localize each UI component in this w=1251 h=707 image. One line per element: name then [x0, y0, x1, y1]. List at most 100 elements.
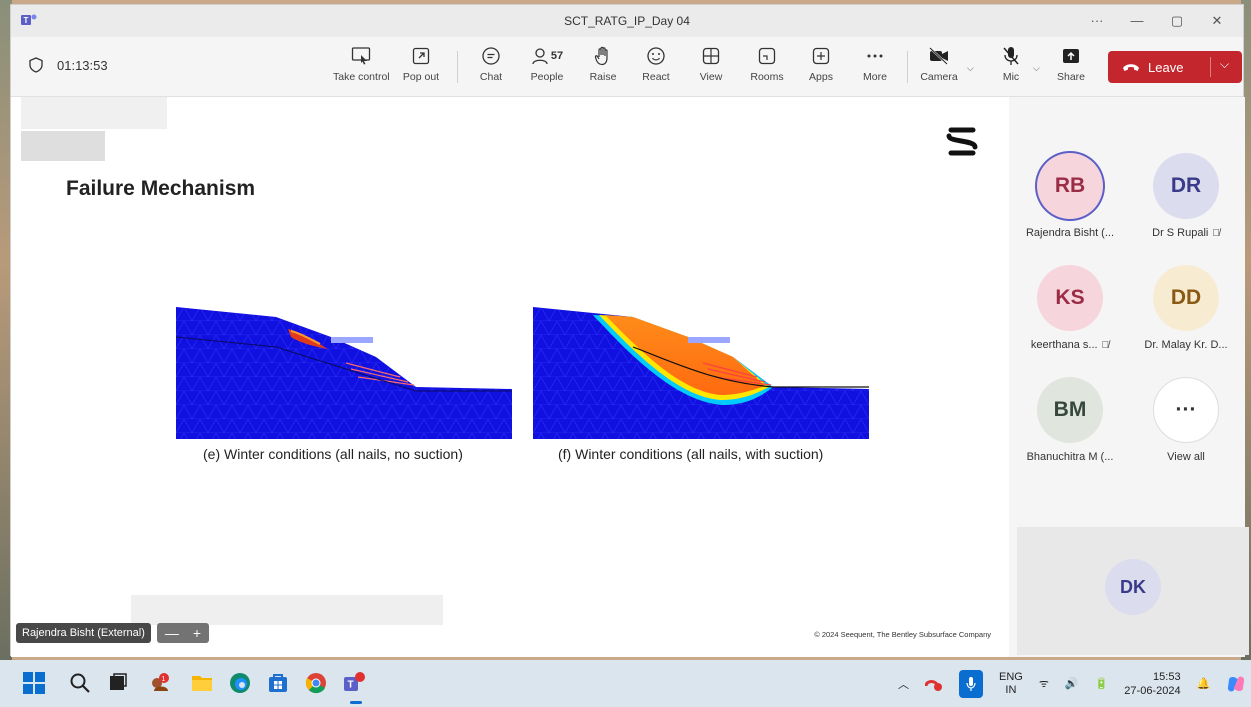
- clock-date: 27-06-2024: [1124, 684, 1181, 697]
- clock-time: 15:53: [1153, 670, 1181, 683]
- chat-button[interactable]: Chat: [473, 43, 509, 83]
- windows-taskbar: 1 T ︿ ENG IN ᯤ 🔊 🔋 15:53 27-06-2024 🔔: [0, 660, 1251, 707]
- participant-tile[interactable]: RB Rajendra Bisht (...: [1015, 153, 1125, 239]
- video-tile[interactable]: DK: [1017, 527, 1249, 655]
- meeting-toolbar: 01:13:53 Take control Pop out Chat 57 Pe…: [11, 37, 1243, 97]
- show-hidden-icons-chevron-icon[interactable]: ︿: [898, 676, 909, 692]
- more-options-button[interactable]: ···: [1077, 5, 1117, 37]
- task-view-icon[interactable]: [106, 671, 130, 695]
- caption-f: (f) Winter conditions (all nails, with s…: [558, 446, 824, 462]
- participant-name: Dr. Malay Kr. D...: [1144, 339, 1228, 351]
- avatar: KS: [1037, 265, 1103, 331]
- window-title: SCT_RATG_IP_Day 04: [564, 14, 690, 28]
- mic-muted-icon: 🎙̸: [1101, 339, 1110, 351]
- share-button[interactable]: Share: [1053, 43, 1089, 83]
- view-all-dots: ···: [1175, 398, 1197, 421]
- view-all-button[interactable]: ··· View all: [1131, 377, 1241, 463]
- zoom-in-button[interactable]: +: [193, 625, 201, 641]
- participant-tile[interactable]: BM Bhanuchitra M (...: [1015, 377, 1125, 463]
- volume-icon[interactable]: 🔊: [1065, 677, 1079, 690]
- avatar-initials: RB: [1054, 174, 1086, 197]
- mic-button[interactable]: Mic: [993, 43, 1029, 83]
- language-indicator[interactable]: ENG IN: [999, 671, 1023, 697]
- mic-muted-icon: 🎙̸: [1212, 227, 1220, 239]
- view-button[interactable]: View: [693, 43, 729, 83]
- svg-text:T: T: [348, 680, 354, 691]
- pop-out-icon: [412, 47, 430, 65]
- presenter-name: Rajendra Bisht (External): [16, 623, 151, 643]
- system-tray: ︿ ENG IN ᯤ 🔊 🔋 15:53 27-06-2024 🔔: [898, 660, 1246, 707]
- zoom-controls: — +: [156, 623, 210, 643]
- avatar: BM: [1037, 377, 1103, 443]
- teams-meeting-window: T SCT_RATG_IP_Day 04 ··· — ▢ ✕ 01:13:53 …: [10, 4, 1249, 657]
- avatar-initials: DR: [1170, 174, 1202, 197]
- edge-browser-icon[interactable]: [228, 671, 252, 695]
- leave-options-chevron-icon[interactable]: ⌵: [1220, 57, 1229, 72]
- raise-label: Raise: [589, 71, 617, 83]
- microphone-in-use-icon[interactable]: [959, 669, 983, 698]
- participant-tile[interactable]: DR Dr S Rupali 🎙̸: [1131, 153, 1241, 239]
- avatar-initials: BM: [1053, 398, 1087, 421]
- pop-out-button[interactable]: Pop out: [399, 43, 443, 83]
- take-control-label: Take control: [333, 71, 390, 83]
- widgets-weather-icon[interactable]: 1: [148, 671, 172, 695]
- ellipsis-icon: [867, 54, 883, 58]
- zoom-out-button[interactable]: —: [165, 625, 179, 641]
- take-control-button[interactable]: Take control: [333, 43, 390, 83]
- chat-icon: [482, 47, 500, 65]
- view-label: View: [699, 71, 723, 83]
- participant-tile[interactable]: DD Dr. Malay Kr. D...: [1131, 265, 1241, 351]
- hand-icon: [594, 46, 608, 66]
- react-label: React: [642, 71, 670, 83]
- camera-button[interactable]: Camera: [917, 43, 961, 83]
- meeting-timer: 01:13:53: [29, 57, 108, 73]
- toolbar-divider: [457, 51, 458, 83]
- windows-start-icon[interactable]: [22, 671, 46, 695]
- region-code: IN: [1005, 683, 1017, 696]
- participant-tile[interactable]: KS keerthana s... 🎙̸: [1015, 265, 1125, 351]
- avatar: RB: [1037, 153, 1103, 219]
- chrome-browser-icon[interactable]: [304, 671, 328, 695]
- take-control-icon: [351, 47, 371, 65]
- rooms-button[interactable]: Rooms: [747, 43, 787, 83]
- notification-bell-icon[interactable]: 🔔: [1197, 677, 1211, 690]
- mic-label: Mic: [1002, 71, 1020, 83]
- slide-copyright: © 2024 Seequent, The Bentley Subsurface …: [814, 630, 991, 639]
- battery-icon[interactable]: 🔋: [1095, 677, 1109, 690]
- participant-panel: RB Rajendra Bisht (... DR Dr S Rupali 🎙̸ …: [1009, 97, 1249, 657]
- shield-icon: [29, 57, 43, 73]
- people-button[interactable]: 57 People: [525, 43, 569, 83]
- maximize-button[interactable]: ▢: [1157, 5, 1197, 37]
- mic-options-chevron-icon[interactable]: ⌵: [1033, 63, 1040, 74]
- clock[interactable]: 15:53 27-06-2024: [1124, 670, 1180, 698]
- mic-off-icon: [1003, 47, 1019, 65]
- breakout-rooms-icon: [758, 47, 776, 65]
- blurred-region: [21, 131, 105, 161]
- more-button[interactable]: More: [857, 43, 893, 83]
- camera-options-chevron-icon[interactable]: ⌵: [967, 63, 974, 74]
- camera-off-icon: [929, 47, 948, 65]
- avatar: DD: [1153, 265, 1219, 331]
- participant-name: Bhanuchitra M (...: [1026, 451, 1114, 463]
- blurred-region: [131, 595, 443, 625]
- shared-content-stage: Failure Mechanism (e) Winter conditions …: [11, 97, 1009, 657]
- wifi-icon[interactable]: ᯤ: [1039, 676, 1049, 691]
- participant-name: Rajendra Bisht (...: [1025, 227, 1115, 239]
- apps-button[interactable]: Apps: [803, 43, 839, 83]
- ellipsis-icon: ···: [1153, 377, 1219, 443]
- microsoft-store-icon[interactable]: [266, 671, 290, 695]
- pop-out-label: Pop out: [402, 71, 440, 83]
- minimize-button[interactable]: —: [1117, 5, 1157, 37]
- leave-button[interactable]: Leave ⌵: [1108, 51, 1242, 83]
- copilot-tray-icon[interactable]: [925, 676, 943, 692]
- close-button[interactable]: ✕: [1197, 5, 1237, 37]
- slide-title: Failure Mechanism: [66, 177, 256, 200]
- file-explorer-icon[interactable]: [190, 671, 214, 695]
- copilot-icon[interactable]: [1226, 674, 1246, 694]
- avatar-initials: DD: [1170, 286, 1202, 309]
- search-icon[interactable]: [68, 671, 92, 695]
- caption-e: (e) Winter conditions (all nails, no suc…: [203, 446, 463, 462]
- react-button[interactable]: React: [638, 43, 674, 83]
- raise-hand-button[interactable]: Raise: [585, 43, 621, 83]
- teams-taskbar-icon[interactable]: T: [342, 671, 366, 695]
